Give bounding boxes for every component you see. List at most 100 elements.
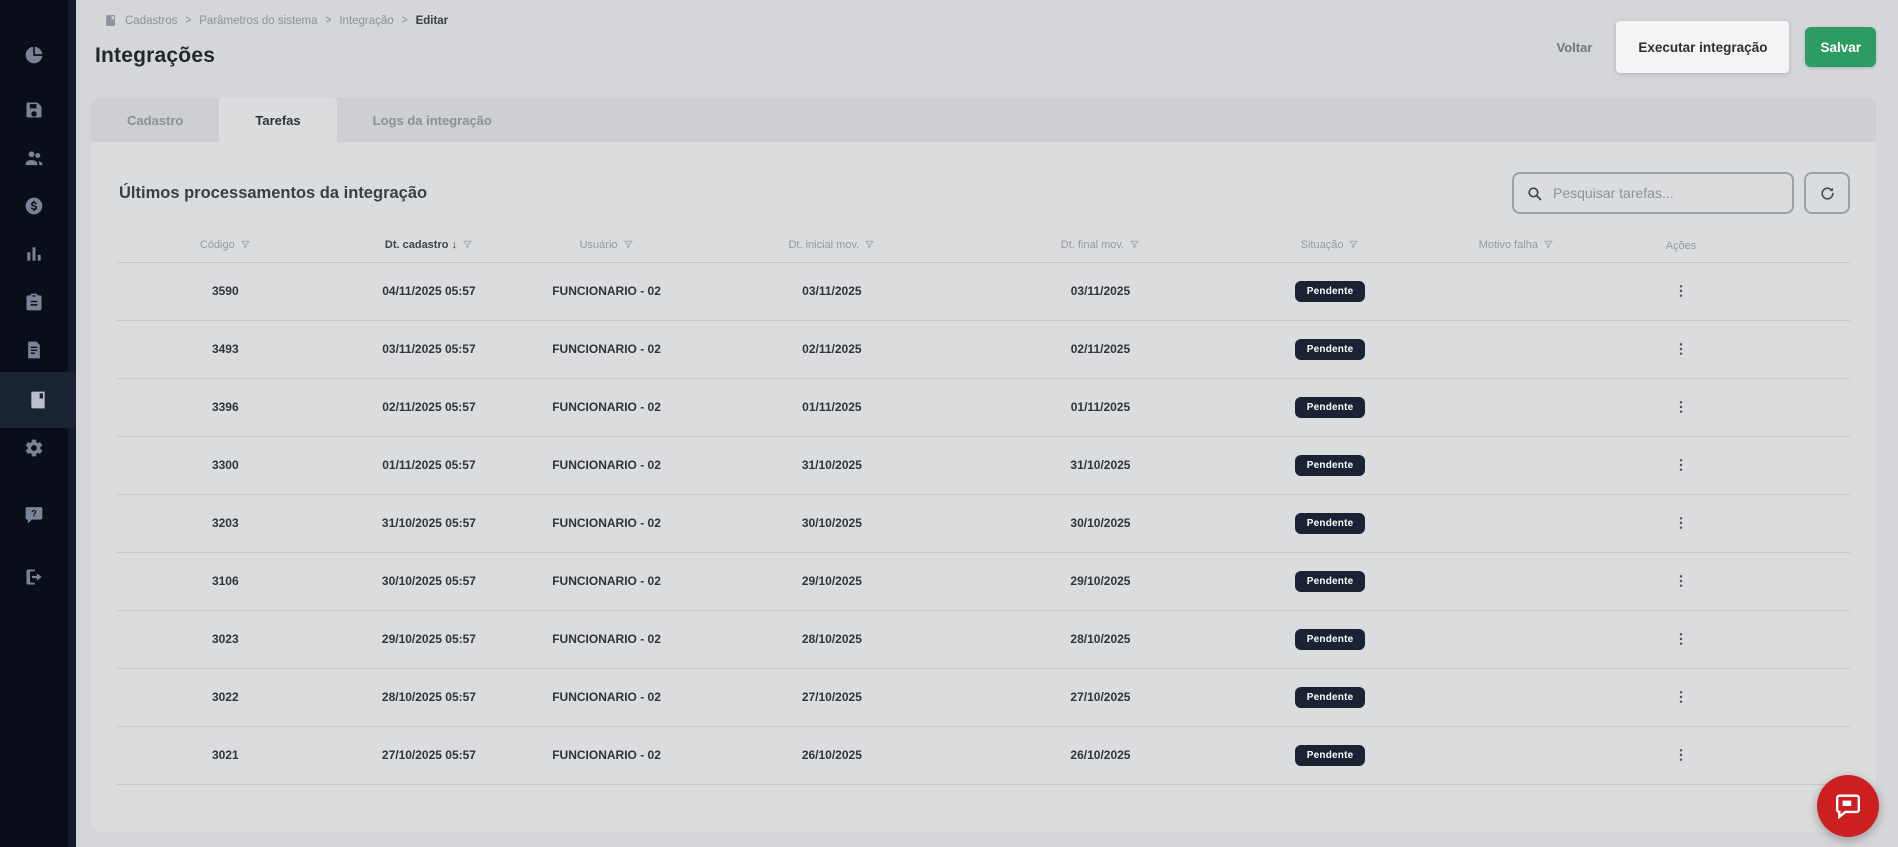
sidebar-item-clipboard[interactable] <box>0 283 68 321</box>
row-spacer <box>1763 668 1850 727</box>
column-header-usuario[interactable]: Usuário <box>524 230 689 263</box>
column-header-dt-cadastro[interactable]: Dt. cadastro ↓ <box>333 230 525 263</box>
header-actions: Voltar Executar integração Salvar <box>1549 18 1876 76</box>
cell-dt-inicial-mov: 27/10/2025 <box>688 668 975 727</box>
sidebar-item-book[interactable] <box>0 372 76 428</box>
table-row: 3022 28/10/2025 05:57 FUNCIONARIO - 02 27/1… <box>117 668 1850 727</box>
document-icon <box>24 340 44 360</box>
run-integration-button[interactable]: Executar integração <box>1616 21 1790 73</box>
cell-codigo: 3396 <box>117 378 334 437</box>
cell-acoes <box>1598 320 1764 379</box>
cell-usuario: FUNCIONARIO - 02 <box>524 378 689 437</box>
cell-dt-final-mov: 28/10/2025 <box>974 610 1227 669</box>
sidebar-item-document[interactable] <box>0 331 68 369</box>
column-header-codigo[interactable]: Código <box>117 230 334 263</box>
cell-situacao: Pendente <box>1226 320 1435 379</box>
column-header-motivo-falha[interactable]: Motivo falha <box>1434 230 1599 263</box>
tasks-card: Últimos processamentos da integração Cód… <box>91 142 1876 832</box>
cell-dt-final-mov: 30/10/2025 <box>974 494 1227 553</box>
row-actions-button[interactable] <box>1669 685 1693 709</box>
search-icon <box>1528 186 1542 200</box>
filter-icon[interactable] <box>623 239 634 253</box>
row-actions-button[interactable] <box>1669 395 1693 419</box>
table-row: 3300 01/11/2025 05:57 FUNCIONARIO - 02 31/1… <box>117 436 1850 495</box>
filter-icon[interactable] <box>462 239 473 253</box>
search-input[interactable] <box>1553 185 1780 201</box>
cell-dt-inicial-mov: 28/10/2025 <box>688 610 975 669</box>
sidebar-item-dollar[interactable] <box>0 187 68 225</box>
status-badge: Pendente <box>1294 512 1366 534</box>
tab-tarefas[interactable]: Tarefas <box>219 98 337 142</box>
sidebar-item-help[interactable]: ? <box>0 496 68 534</box>
table-row: 3023 29/10/2025 05:57 FUNCIONARIO - 02 28/1… <box>117 610 1850 669</box>
chat-fab-button[interactable] <box>1817 775 1879 837</box>
cell-motivo-falha <box>1434 262 1599 321</box>
filter-icon[interactable] <box>1129 239 1140 253</box>
breadcrumb-item-parametros-do-sistema[interactable]: Parâmetros do sistema <box>199 15 317 27</box>
cell-motivo-falha <box>1434 320 1599 379</box>
sidebar-item-save[interactable] <box>0 91 68 129</box>
cell-situacao: Pendente <box>1226 726 1435 785</box>
table-row: 3493 03/11/2025 05:57 FUNCIONARIO - 02 02/1… <box>117 320 1850 379</box>
cell-codigo: 3022 <box>117 668 334 727</box>
filter-icon[interactable] <box>1348 239 1359 253</box>
sidebar-item-pie-chart[interactable] <box>0 36 68 74</box>
table-container: Código Dt. cadastro ↓ Usuário Dt. inicial mo… <box>91 230 1876 785</box>
status-badge: Pendente <box>1294 628 1366 650</box>
breadcrumb-item-integracao[interactable]: Integração <box>339 15 393 27</box>
save-button[interactable]: Salvar <box>1805 27 1876 67</box>
refresh-button[interactable] <box>1804 172 1850 214</box>
row-actions-button[interactable] <box>1669 569 1693 593</box>
tab-logs-da-integracao[interactable]: Logs da integração <box>337 98 528 142</box>
cell-dt-final-mov: 03/11/2025 <box>974 262 1227 321</box>
table-row: 3396 02/11/2025 05:57 FUNCIONARIO - 02 01/1… <box>117 378 1850 437</box>
row-actions-button[interactable] <box>1669 279 1693 303</box>
sidebar-item-logout[interactable] <box>0 558 68 596</box>
column-header-acoes[interactable]: Ações <box>1598 230 1764 263</box>
column-header-situacao[interactable]: Situação <box>1226 230 1435 263</box>
row-spacer <box>1763 726 1850 785</box>
book-icon <box>28 390 48 410</box>
status-badge: Pendente <box>1294 570 1366 592</box>
main-content: Cadastros > Parâmetros do sistema > Integraç… <box>76 0 1898 847</box>
column-label: Motivo falha <box>1478 238 1539 251</box>
column-header-dt-final-mov[interactable]: Dt. final mov. <box>974 230 1227 263</box>
row-actions-button[interactable] <box>1669 743 1693 767</box>
chevron-right-icon: > <box>401 13 408 28</box>
row-spacer <box>1763 378 1850 437</box>
table-header-row: Código Dt. cadastro ↓ Usuário Dt. inicial mo… <box>117 230 1850 263</box>
column-header-dt-inicial-mov[interactable]: Dt. inicial mov. <box>688 230 975 263</box>
sidebar-item-gear[interactable] <box>0 429 68 467</box>
row-actions-button[interactable] <box>1669 627 1693 651</box>
cell-dt-inicial-mov: 03/11/2025 <box>688 262 975 321</box>
cell-dt-inicial-mov: 30/10/2025 <box>688 494 975 553</box>
column-label: Dt. final mov. <box>1060 238 1125 251</box>
cell-dt-cadastro: 03/11/2025 05:57 <box>333 320 525 379</box>
cell-dt-cadastro: 04/11/2025 05:57 <box>333 262 525 321</box>
tasks-table: Código Dt. cadastro ↓ Usuário Dt. inicial mo… <box>117 230 1850 785</box>
tab-cadastro[interactable]: Cadastro <box>91 98 219 142</box>
table-row: 3021 27/10/2025 05:57 FUNCIONARIO - 02 26/1… <box>117 726 1850 785</box>
back-button[interactable]: Voltar <box>1549 34 1601 61</box>
filter-icon[interactable] <box>1543 239 1554 253</box>
cell-dt-inicial-mov: 02/11/2025 <box>688 320 975 379</box>
row-spacer <box>1763 436 1850 495</box>
row-actions-button[interactable] <box>1669 337 1693 361</box>
filter-icon[interactable] <box>240 239 251 253</box>
cell-codigo: 3300 <box>117 436 334 495</box>
cell-dt-final-mov: 26/10/2025 <box>974 726 1227 785</box>
header-spacer <box>1763 230 1850 263</box>
status-badge: Pendente <box>1294 686 1366 708</box>
chevron-right-icon: > <box>185 13 192 28</box>
status-badge: Pendente <box>1294 280 1366 302</box>
row-actions-button[interactable] <box>1669 453 1693 477</box>
sidebar-item-users[interactable] <box>0 139 68 177</box>
cell-acoes <box>1598 726 1764 785</box>
sidebar-item-bar-chart[interactable] <box>0 235 68 273</box>
breadcrumb-item-cadastros[interactable]: Cadastros <box>125 15 177 27</box>
cell-usuario: FUNCIONARIO - 02 <box>524 610 689 669</box>
cell-situacao: Pendente <box>1226 262 1435 321</box>
cell-dt-cadastro: 01/11/2025 05:57 <box>333 436 525 495</box>
row-actions-button[interactable] <box>1669 511 1693 535</box>
filter-icon[interactable] <box>864 239 875 253</box>
